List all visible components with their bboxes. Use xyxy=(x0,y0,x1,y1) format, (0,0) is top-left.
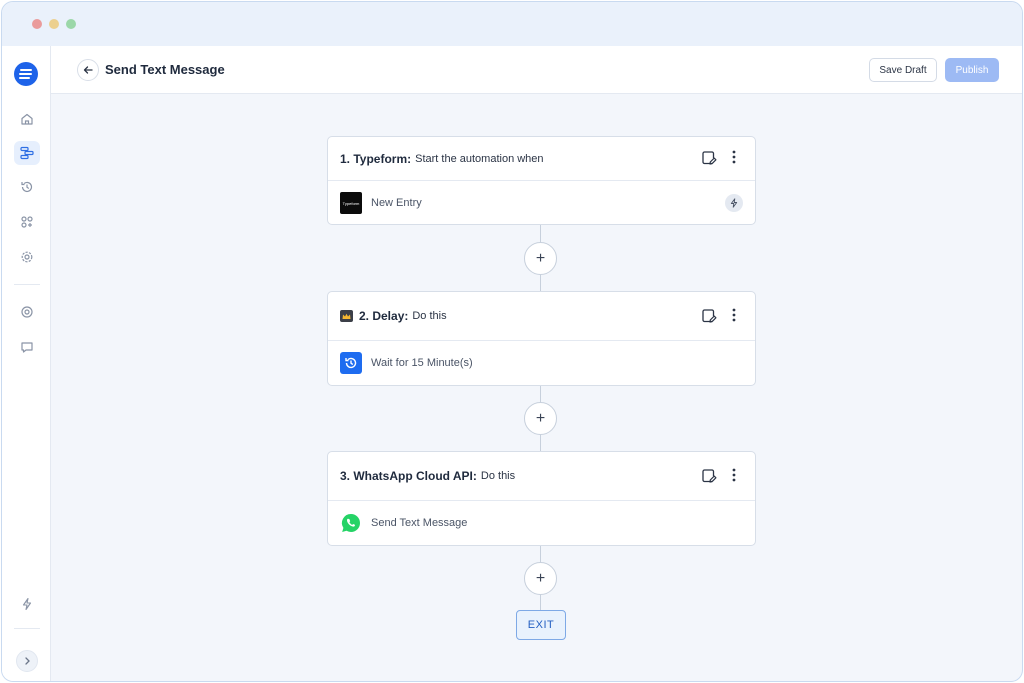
step-card-body: Wait for 15 Minute(s) xyxy=(328,341,755,385)
add-step-button[interactable]: + xyxy=(524,562,557,595)
edit-note-icon[interactable] xyxy=(701,468,717,484)
sidebar-divider xyxy=(14,284,40,285)
step-action-text: New Entry xyxy=(371,197,422,209)
step-subtitle: Start the automation when xyxy=(415,152,544,165)
close-window-dot[interactable] xyxy=(32,19,42,29)
flow-connector xyxy=(540,275,541,291)
chevron-right-icon xyxy=(25,657,30,665)
exit-node[interactable]: EXIT xyxy=(516,610,566,640)
add-step-button[interactable]: + xyxy=(524,402,557,435)
expand-sidebar-button[interactable] xyxy=(16,650,38,672)
home-icon xyxy=(21,113,33,125)
settings-icon xyxy=(21,251,33,263)
whatsapp-icon xyxy=(341,513,360,532)
timer-icon xyxy=(345,357,357,369)
more-vertical-icon[interactable] xyxy=(732,467,736,483)
feedback-icon xyxy=(21,342,33,353)
flow-connector xyxy=(540,595,541,610)
step-card-body: Send Text Message xyxy=(328,501,755,545)
support-icon xyxy=(21,306,33,318)
flow-connector xyxy=(540,435,541,451)
step-subtitle: Do this xyxy=(412,310,447,322)
step-title: 3. WhatsApp Cloud API: xyxy=(340,469,477,483)
step-action-text: Send Text Message xyxy=(371,517,468,529)
crown-icon xyxy=(342,313,351,319)
minimize-window-dot[interactable] xyxy=(49,19,59,29)
more-vertical-icon[interactable] xyxy=(732,149,736,165)
page-title: Send Text Message xyxy=(105,62,225,77)
flow-connector xyxy=(540,546,541,562)
step-card-header: 2. Delay: Do this xyxy=(328,292,755,341)
app-window: Send Text Message Save Draft Publish 1. … xyxy=(1,1,1023,682)
sidebar-item-feedback[interactable] xyxy=(14,335,40,359)
bolt-icon xyxy=(730,198,738,208)
sidebar-item-automations[interactable] xyxy=(14,141,40,165)
step-title: 2. Delay: xyxy=(359,309,409,323)
logo-icon xyxy=(19,69,32,79)
typeform-logo-text: Typeform xyxy=(342,200,360,206)
automation-flow-icon xyxy=(20,146,34,160)
sidebar-item-support[interactable] xyxy=(14,300,40,324)
sidebar-item-settings[interactable] xyxy=(14,245,40,269)
arrow-left-icon xyxy=(83,66,93,74)
sidebar-item-home[interactable] xyxy=(14,107,40,131)
step-title: 1. Typeform: xyxy=(340,151,412,166)
edit-note-icon[interactable] xyxy=(701,308,717,324)
edit-note-icon[interactable] xyxy=(701,150,717,166)
step-card-typeform[interactable]: 1. Typeform: Start the automation when T… xyxy=(327,136,756,225)
flow-connector xyxy=(540,386,541,402)
integrations-icon xyxy=(21,216,33,228)
maximize-window-dot[interactable] xyxy=(66,19,76,29)
step-card-delay[interactable]: 2. Delay: Do this Wait for 15 Minute(s) xyxy=(327,291,756,386)
sidebar-item-bolt[interactable] xyxy=(14,592,40,616)
trigger-badge xyxy=(725,194,743,212)
step-action-text: Wait for 15 Minute(s) xyxy=(371,357,473,369)
window-titlebar xyxy=(2,2,1022,46)
back-button[interactable] xyxy=(77,59,99,81)
step-subtitle: Do this xyxy=(480,470,516,482)
workflow-canvas: 1. Typeform: Start the automation when T… xyxy=(51,94,1022,681)
sidebar-item-integrations[interactable] xyxy=(14,210,40,234)
sidebar-divider xyxy=(14,628,40,629)
add-step-button[interactable]: + xyxy=(524,242,557,275)
typeform-logo: Typeform xyxy=(340,192,362,214)
step-card-body: Typeform New Entry xyxy=(328,181,755,225)
step-card-whatsapp[interactable]: 3. WhatsApp Cloud API: Do this Send Text… xyxy=(327,451,756,546)
publish-button[interactable]: Publish xyxy=(945,58,999,82)
more-vertical-icon[interactable] xyxy=(732,307,736,323)
flow-connector xyxy=(540,225,541,242)
step-card-header: 1. Typeform: Start the automation when xyxy=(328,137,755,181)
save-draft-button[interactable]: Save Draft xyxy=(869,58,937,82)
history-icon xyxy=(21,181,33,193)
premium-crown-icon xyxy=(340,310,353,322)
sidebar-item-history[interactable] xyxy=(14,175,40,199)
delay-logo xyxy=(340,352,362,374)
sidebar xyxy=(2,46,51,681)
app-logo[interactable] xyxy=(14,62,38,86)
page-header: Send Text Message Save Draft Publish xyxy=(51,46,1022,94)
bolt-icon xyxy=(22,597,32,611)
step-card-header: 3. WhatsApp Cloud API: Do this xyxy=(328,452,755,501)
